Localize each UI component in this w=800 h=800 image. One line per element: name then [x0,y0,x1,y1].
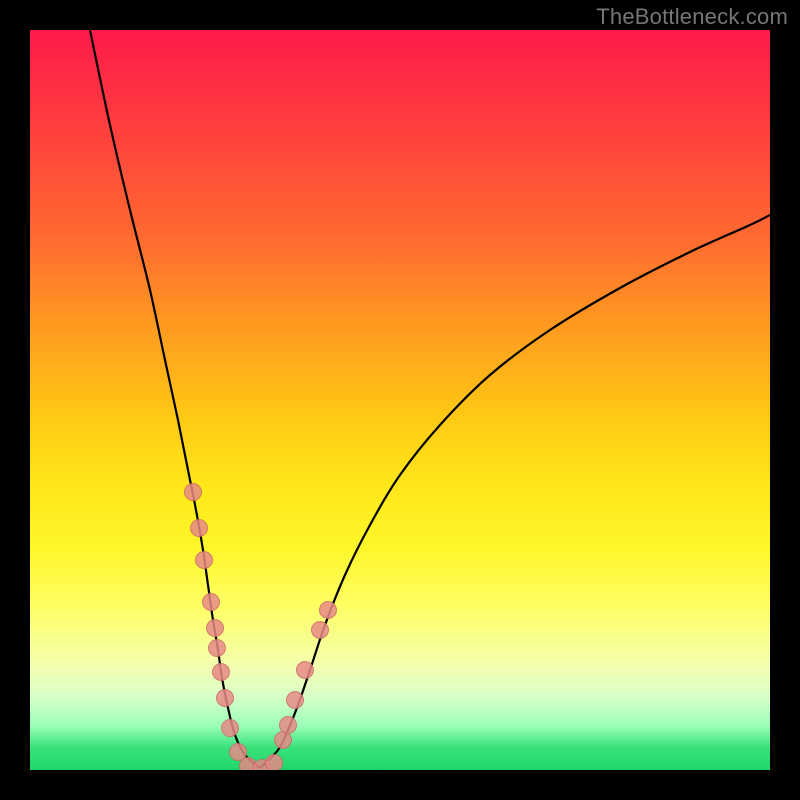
data-marker [217,690,234,707]
data-marker [287,692,304,709]
data-marker [266,755,283,771]
data-marker [213,664,230,681]
data-marker [312,622,329,639]
data-marker [275,732,292,749]
curve-left-branch [90,30,260,768]
data-marker [185,484,202,501]
data-marker [191,520,208,537]
data-marker [207,620,224,637]
data-marker [222,720,239,737]
data-marker [196,552,213,569]
curve-right-branch [260,215,770,768]
data-marker [230,744,247,761]
data-marker [297,662,314,679]
data-marker [320,602,337,619]
chart-frame: TheBottleneck.com [0,0,800,800]
curve-layer [30,30,770,770]
marker-group [185,484,337,771]
watermark-text: TheBottleneck.com [596,4,788,30]
plot-area [30,30,770,770]
data-marker [209,640,226,657]
data-marker [280,717,297,734]
data-marker [203,594,220,611]
